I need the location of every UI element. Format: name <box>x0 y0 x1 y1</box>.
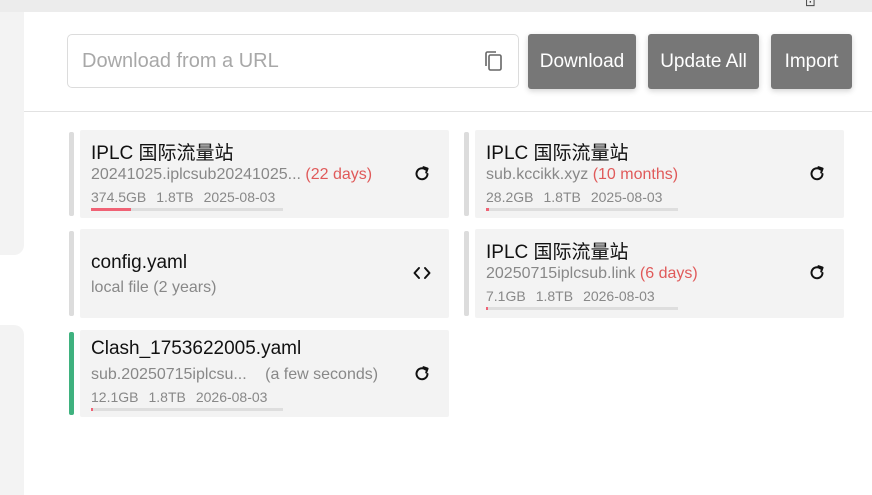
top-strip: ⊡ <box>0 0 872 12</box>
profile-source-line: sub.20250715iplcsu... (a few seconds) <box>91 366 378 384</box>
profile-title: IPLC 国际流量站 <box>486 143 629 164</box>
usage-used: 374.5GB <box>91 189 147 205</box>
sidebar-panel-top <box>0 12 24 255</box>
profile-title: IPLC 国际流量站 <box>486 242 629 263</box>
toolbar-divider <box>24 111 872 112</box>
profile-card[interactable]: Clash_1753622005.yaml sub.20250715iplcsu… <box>69 330 449 417</box>
usage-progress <box>486 307 678 310</box>
profile-age: (2 years) <box>153 279 217 296</box>
profile-source: 20250715iplcsub.link <box>486 265 636 282</box>
expire-date: 2025-08-03 <box>590 189 663 205</box>
profile-card[interactable]: IPLC 国际流量站 20250715iplcsub.link (6 days)… <box>464 229 844 318</box>
profile-source: 20241025.iplcsub20241025... <box>91 166 301 183</box>
profile-source-line: sub.kccikk.xyz (10 months) <box>486 166 678 184</box>
profile-source-line: 20250715iplcsub.link (6 days) <box>486 265 698 283</box>
paste-icon[interactable] <box>482 49 504 73</box>
profile-title: IPLC 国际流量站 <box>91 143 234 164</box>
code-icon[interactable] <box>412 263 432 283</box>
active-indicator <box>69 132 74 216</box>
usage-total: 1.8TB <box>156 189 194 205</box>
profile-age: (10 months) <box>592 166 679 183</box>
usage-total: 1.8TB <box>543 189 581 205</box>
active-indicator <box>69 332 74 415</box>
usage-progress-fill <box>486 307 488 310</box>
refresh-icon[interactable] <box>807 263 827 283</box>
expire-date: 2025-08-03 <box>203 189 276 205</box>
usage-progress <box>486 208 678 211</box>
usage-used: 28.2GB <box>486 189 534 205</box>
usage-used: 12.1GB <box>91 389 139 405</box>
window-control-icon: ⊡ <box>805 0 816 9</box>
usage-progress <box>91 408 283 411</box>
usage-used: 7.1GB <box>486 288 526 304</box>
expire-date: 2026-08-03 <box>195 389 268 405</box>
refresh-icon[interactable] <box>412 164 432 184</box>
profile-stats: 7.1GB 1.8TB 2026-08-03 <box>486 288 665 304</box>
profile-title: config.yaml <box>91 252 188 273</box>
download-button[interactable]: Download <box>528 34 636 89</box>
import-button[interactable]: Import <box>771 34 852 89</box>
profile-card[interactable]: IPLC 国际流量站 20241025.iplcsub20241025... (… <box>69 130 449 218</box>
profile-source: sub.kccikk.xyz <box>486 166 589 183</box>
profile-card[interactable]: config.yaml local file (2 years) <box>69 229 449 318</box>
profile-stats: 374.5GB 1.8TB 2025-08-03 <box>91 189 285 205</box>
url-input[interactable] <box>68 35 468 87</box>
url-input-box[interactable] <box>67 34 519 88</box>
active-indicator <box>69 231 74 316</box>
profile-source-line: 20241025.iplcsub20241025... (22 days) <box>91 166 372 184</box>
usage-progress-fill <box>91 208 131 211</box>
expire-date: 2026-08-03 <box>583 288 655 304</box>
active-indicator <box>464 231 469 316</box>
profile-stats: 12.1GB 1.8TB 2026-08-03 <box>91 389 277 405</box>
refresh-icon[interactable] <box>412 364 432 384</box>
profile-card[interactable]: IPLC 国际流量站 sub.kccikk.xyz (10 months) 28… <box>464 130 844 218</box>
usage-total: 1.8TB <box>535 288 574 304</box>
usage-total: 1.8TB <box>148 389 186 405</box>
usage-progress <box>91 208 283 211</box>
sidebar-panel-bottom <box>0 325 24 495</box>
profile-title: Clash_1753622005.yaml <box>91 338 302 359</box>
profile-age: (22 days) <box>305 166 373 183</box>
usage-progress-fill <box>91 408 93 411</box>
profile-stats: 28.2GB 1.8TB 2025-08-03 <box>486 189 672 205</box>
usage-progress-fill <box>486 208 489 211</box>
profile-source-line: local file (2 years) <box>91 279 216 297</box>
active-indicator <box>464 132 469 216</box>
profile-age: (6 days) <box>639 265 698 282</box>
profile-age: (a few seconds) <box>265 366 379 383</box>
update-all-button[interactable]: Update All <box>648 34 759 89</box>
profile-source: local file <box>91 279 149 296</box>
profile-source: sub.20250715iplcsu... <box>91 366 247 383</box>
refresh-icon[interactable] <box>807 164 827 184</box>
